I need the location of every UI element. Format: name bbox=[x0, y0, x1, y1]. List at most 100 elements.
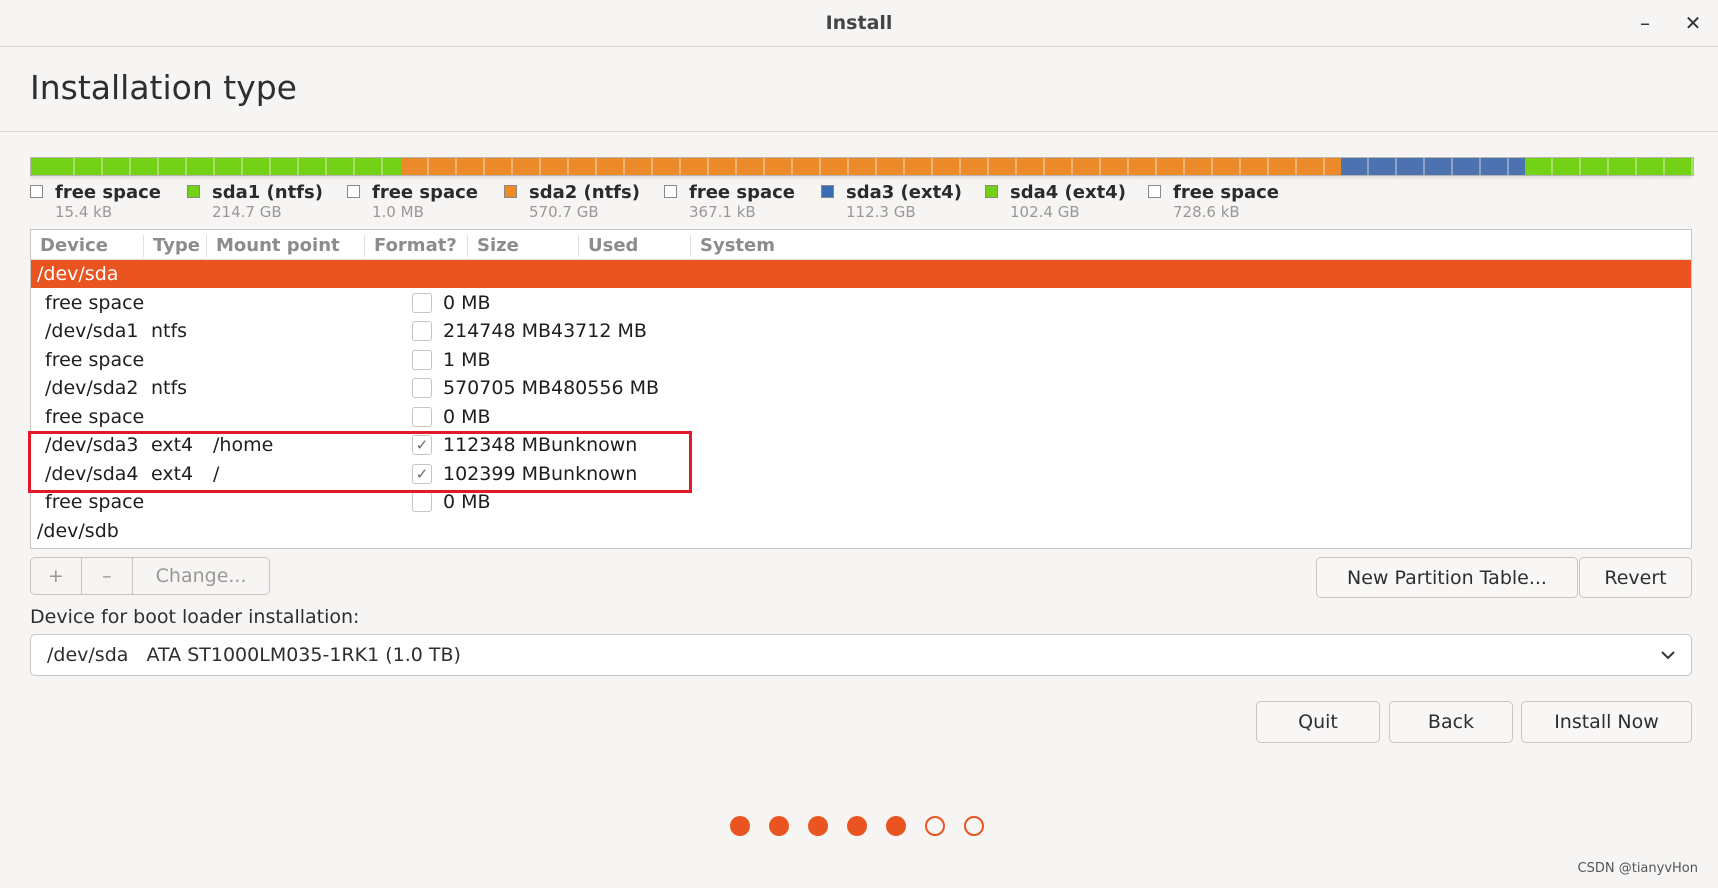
window-title: Install bbox=[825, 12, 893, 34]
legend-name: sda2 (ntfs) bbox=[529, 182, 640, 203]
header-mount-point[interactable]: Mount point bbox=[206, 235, 340, 257]
partition-row[interactable]: free space 0 MB bbox=[31, 289, 1691, 317]
legend-name: free space bbox=[55, 182, 162, 203]
format-checkbox[interactable] bbox=[412, 349, 432, 370]
cell-size: 214748 MB bbox=[443, 320, 551, 342]
bootloader-device-value: /dev/sda ATA ST1000LM035-1RK1 (1.0 TB) bbox=[47, 644, 461, 666]
legend-swatch bbox=[821, 185, 834, 198]
legend-size: 214.7 GB bbox=[212, 203, 282, 221]
progress-dot-filled bbox=[769, 816, 789, 836]
partition-row[interactable]: /dev/sda3 ext4/home ✓ 112348 MB unknown bbox=[31, 431, 1691, 459]
partition-row[interactable]: free space 1 MB bbox=[31, 346, 1691, 374]
cell-device: free space bbox=[45, 348, 145, 371]
progress-dot-empty bbox=[925, 816, 945, 836]
header-format[interactable]: Format? bbox=[364, 235, 457, 257]
new-partition-table-button[interactable]: New Partition Table... bbox=[1316, 557, 1578, 598]
legend-size: 102.4 GB bbox=[1010, 203, 1080, 221]
title-bar: Install – ✕ bbox=[0, 0, 1718, 47]
header-device[interactable]: Device bbox=[31, 235, 108, 257]
legend-name: sda4 (ext4) bbox=[1010, 182, 1126, 203]
legend-name: free space bbox=[372, 182, 479, 203]
disk-bar-segment bbox=[47, 158, 400, 175]
bootloader-label: Device for boot loader installation: bbox=[30, 606, 360, 628]
cell-type: ext4 bbox=[151, 462, 194, 485]
add-partition-button[interactable]: + bbox=[30, 557, 82, 595]
format-checkbox[interactable] bbox=[412, 406, 432, 427]
cell-size: 112348 MB bbox=[443, 434, 551, 456]
minimize-icon[interactable]: – bbox=[1630, 8, 1660, 38]
header-system[interactable]: System bbox=[690, 235, 775, 257]
cell-size: 102399 MB bbox=[443, 462, 551, 485]
disk-bar-segment bbox=[1340, 158, 1526, 175]
disk-bar-segment bbox=[31, 158, 48, 175]
disk-row[interactable]: /dev/sdb bbox=[31, 517, 1691, 545]
partition-table[interactable]: Device Type Mount point Format? Size Use… bbox=[30, 229, 1692, 549]
cell-used: 480556 MB bbox=[551, 377, 659, 399]
cell-used: unknown bbox=[551, 462, 638, 485]
cell-device: /dev/sda2 bbox=[45, 377, 139, 399]
disk-bar-segment bbox=[401, 158, 1340, 175]
legend-swatch bbox=[504, 185, 517, 198]
quit-button[interactable]: Quit bbox=[1256, 701, 1380, 743]
close-icon[interactable]: ✕ bbox=[1678, 8, 1708, 38]
cell-size: 570705 MB bbox=[443, 377, 551, 399]
format-checkbox[interactable] bbox=[412, 292, 432, 313]
header-type[interactable]: Type bbox=[143, 235, 200, 257]
disk-usage-bar bbox=[30, 157, 1694, 176]
legend-swatch bbox=[1148, 185, 1161, 198]
legend-size: 570.7 GB bbox=[529, 203, 599, 221]
legend-swatch bbox=[985, 185, 998, 198]
legend-name: free space bbox=[1173, 182, 1280, 203]
table-header: Device Type Mount point Format? Size Use… bbox=[31, 230, 1691, 260]
cell-size: 0 MB bbox=[443, 491, 491, 513]
page-title: Installation type bbox=[30, 68, 297, 107]
cell-mount-point: / bbox=[213, 462, 220, 485]
partition-row[interactable]: free space 0 MB bbox=[31, 403, 1691, 431]
legend-size: 1.0 MB bbox=[372, 203, 424, 221]
legend-swatch bbox=[664, 185, 677, 198]
remove-partition-button[interactable]: – bbox=[81, 557, 134, 595]
back-button[interactable]: Back bbox=[1389, 701, 1513, 743]
bootloader-device-select[interactable]: /dev/sda ATA ST1000LM035-1RK1 (1.0 TB) bbox=[30, 634, 1692, 676]
legend-size: 112.3 GB bbox=[846, 203, 916, 221]
legend-name: free space bbox=[689, 182, 796, 203]
progress-dot-filled bbox=[886, 816, 906, 836]
cell-used: unknown bbox=[551, 434, 638, 456]
cell-device: /dev/sda3 bbox=[45, 434, 139, 456]
cell-type: ext4 bbox=[151, 434, 194, 456]
revert-button[interactable]: Revert bbox=[1579, 557, 1692, 598]
partition-row[interactable]: /dev/sda1 ntfs 214748 MB 43712 MB bbox=[31, 317, 1691, 345]
header-divider bbox=[0, 131, 1718, 132]
cell-type: ntfs bbox=[151, 377, 188, 399]
legend-name: sda1 (ntfs) bbox=[212, 182, 323, 203]
cell-device: free space bbox=[45, 291, 145, 314]
partition-row[interactable]: /dev/sda2 ntfs 570705 MB 480556 MB bbox=[31, 374, 1691, 402]
progress-dot-filled bbox=[808, 816, 828, 836]
legend-name: sda3 (ext4) bbox=[846, 182, 962, 203]
progress-dot-empty bbox=[964, 816, 984, 836]
format-checkbox[interactable] bbox=[412, 321, 432, 341]
install-now-button[interactable]: Install Now bbox=[1521, 701, 1692, 743]
legend-size: 15.4 kB bbox=[55, 203, 113, 221]
legend-size: 367.1 kB bbox=[689, 203, 756, 221]
cell-device: /dev/sdb bbox=[37, 519, 119, 542]
format-checkbox-checked[interactable]: ✓ bbox=[412, 463, 432, 484]
header-size[interactable]: Size bbox=[467, 235, 519, 257]
progress-dot-filled bbox=[730, 816, 750, 836]
cell-device: free space bbox=[45, 491, 145, 513]
disk-row[interactable]: /dev/sda bbox=[31, 260, 1691, 288]
change-partition-button[interactable]: Change... bbox=[133, 557, 270, 595]
format-checkbox[interactable] bbox=[412, 378, 432, 398]
progress-dot-filled bbox=[847, 816, 867, 836]
header-used[interactable]: Used bbox=[578, 235, 638, 257]
cell-size: 0 MB bbox=[443, 405, 491, 428]
partition-toolbar: + – Change... bbox=[30, 557, 270, 597]
legend-swatch bbox=[30, 185, 43, 198]
cell-device: free space bbox=[45, 405, 145, 428]
legend-swatch bbox=[187, 185, 200, 198]
cell-type: ntfs bbox=[151, 320, 188, 342]
partition-row[interactable]: /dev/sda4 ext4 / ✓ 102399 MB unknown bbox=[31, 460, 1691, 488]
format-checkbox-checked[interactable]: ✓ bbox=[412, 435, 432, 455]
format-checkbox[interactable] bbox=[412, 492, 432, 512]
partition-row[interactable]: free space 0 MB bbox=[31, 488, 1691, 516]
